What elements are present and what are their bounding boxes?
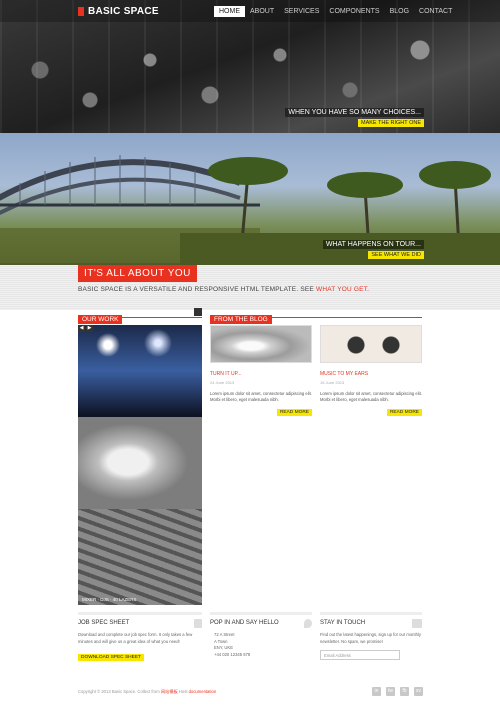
expand-icon[interactable]	[194, 308, 202, 316]
intro-text-body: BASIC SPACE IS A VERSATILE AND RESPONSIV…	[78, 286, 314, 293]
post-excerpt: Lorem ipsum dolor sit amet, consectetur …	[210, 391, 312, 402]
prev-arrow-icon[interactable]: ◀	[78, 325, 85, 332]
gallery-image-mixer[interactable]	[78, 509, 202, 605]
brand-logo[interactable]: BASIC SPACE	[78, 6, 159, 17]
work-gallery[interactable]: ◀ ▶ MIXER · DJS · 40 LAZERS	[78, 325, 202, 605]
slide-caption-button[interactable]: MAKE THE RIGHT ONE	[357, 119, 424, 127]
nav-services[interactable]: SERVICES	[279, 6, 324, 17]
touch-title: STAY IN TOUCH	[320, 612, 422, 628]
post-date: 24 June 2013	[210, 380, 235, 385]
blog-post: TURN IT UP... 24 June 2013 Lorem ipsum d…	[210, 325, 312, 416]
copyright-link[interactable]: 网站模板	[161, 689, 178, 694]
post-excerpt: Lorem ipsum dolor sit amet, consectetur …	[320, 391, 422, 402]
slide-caption-title-2: WHAT HAPPENS ON TOUR...	[322, 240, 424, 249]
gallery-image-concert[interactable]	[78, 325, 202, 417]
soundcloud-icon[interactable]: sv	[414, 687, 423, 696]
nav-contact[interactable]: CONTACT	[414, 6, 457, 17]
brand-mark-icon	[78, 7, 84, 16]
linkedin-icon[interactable]: in	[372, 687, 381, 696]
job-spec-text: Download and complete our job spec form.…	[78, 632, 193, 644]
work-header: OUR WORK	[78, 308, 202, 324]
users-icon	[412, 619, 422, 628]
nav-about[interactable]: ABOUT	[245, 6, 279, 17]
post-title[interactable]: TURN IT UP...	[210, 371, 312, 377]
job-spec-heading: JOB SPEC SHEET	[78, 620, 130, 626]
document-icon	[194, 619, 202, 628]
intro-link[interactable]: WHAT YOU GET.	[316, 286, 369, 293]
email-input[interactable]: Email Address	[320, 650, 400, 660]
intro-text: BASIC SPACE IS A VERSATILE AND RESPONSIV…	[78, 286, 369, 293]
gallery-arrows: ◀ ▶	[78, 325, 93, 332]
contact-heading: POP IN AND SAY HELLO	[210, 620, 279, 626]
post-image-knob[interactable]	[210, 325, 312, 363]
post-image-headphones[interactable]	[320, 325, 422, 363]
main-nav: HOME ABOUT SERVICES COMPONENTS BLOG CONT…	[214, 6, 457, 17]
intro-title: IT'S ALL ABOUT YOU	[78, 265, 197, 282]
contact-address: 72 A Street A Town ENY, UKE +44 020 1234…	[210, 632, 312, 658]
blog-header: FROM THE BLOG	[210, 308, 422, 324]
gallery-caption: MIXER · DJS · 40 LAZERS	[82, 597, 137, 602]
job-spec-title: JOB SPEC SHEET	[78, 612, 202, 628]
slide-caption-title: WHEN YOU HAVE SO MANY CHOICES...	[285, 108, 424, 117]
hero-slide-mixer: BASIC SPACE HOME ABOUT SERVICES COMPONEN…	[0, 0, 500, 133]
footer-stay-in-touch: STAY IN TOUCH Find out the latest happen…	[320, 612, 422, 660]
documentation-link[interactable]: documentation	[189, 689, 216, 694]
slide-caption: WHEN YOU HAVE SO MANY CHOICES... MAKE TH…	[285, 108, 424, 127]
contact-title: POP IN AND SAY HELLO	[210, 612, 312, 628]
footer-contact: POP IN AND SAY HELLO 72 A Street A Town …	[210, 612, 312, 658]
slide-caption-2: WHAT HAPPENS ON TOUR... SEE WHAT WE DID	[322, 240, 424, 259]
touch-text: Find out the latest happenings, sign up …	[320, 632, 422, 644]
twitter-icon[interactable]: tw	[386, 687, 395, 696]
post-date: 15 June 2013	[320, 380, 345, 385]
copyright-text: Copyright © 2013 Basic Space. Collect fr…	[78, 689, 160, 694]
nav-components[interactable]: COMPONENTS	[324, 6, 384, 17]
read-more-button[interactable]: READ MORE	[276, 409, 312, 416]
footer-job-spec: JOB SPEC SHEET Download and complete our…	[78, 612, 202, 663]
touch-heading: STAY IN TOUCH	[320, 620, 366, 626]
facebook-icon[interactable]: fb	[400, 687, 409, 696]
copyright-tail: Host	[178, 689, 188, 694]
phone-number: +44 020 12345 678	[214, 651, 251, 657]
read-more-button[interactable]: READ MORE	[386, 409, 422, 416]
post-title[interactable]: MUSIC TO MY EARS	[320, 371, 422, 377]
work-label: OUR WORK	[78, 315, 123, 324]
download-spec-button[interactable]: DOWNLOAD SPEC SHEET	[78, 654, 144, 661]
slide-caption-button-2[interactable]: SEE WHAT WE DID	[368, 251, 424, 259]
nav-home[interactable]: HOME	[214, 6, 245, 17]
social-links: in tw fb sv	[372, 687, 423, 696]
next-arrow-icon[interactable]: ▶	[86, 325, 93, 332]
blog-post: MUSIC TO MY EARS 15 June 2013 Lorem ipsu…	[320, 325, 422, 416]
hero-slide-bridge: WHAT HAPPENS ON TOUR... SEE WHAT WE DID	[0, 133, 500, 265]
blog-label: FROM THE BLOG	[210, 315, 272, 324]
gallery-image-turntable[interactable]	[78, 417, 202, 509]
location-pin-icon	[304, 619, 312, 628]
copyright: Copyright © 2013 Basic Space. Collect fr…	[78, 689, 216, 695]
brand-name: BASIC SPACE	[88, 6, 159, 17]
nav-blog[interactable]: BLOG	[385, 6, 414, 17]
